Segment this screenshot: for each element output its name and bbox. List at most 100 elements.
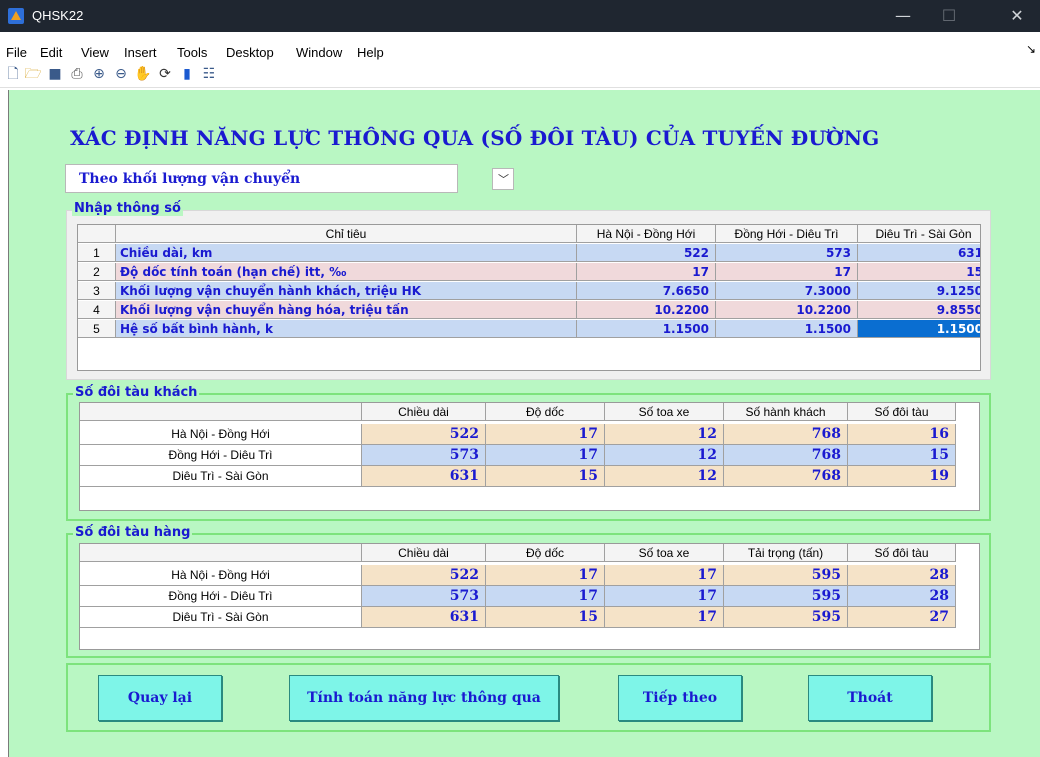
row-number: 2 [78,263,116,281]
freight-panel-title: Số đôi tàu hàng [73,525,193,540]
value-cell[interactable]: 768 [724,424,848,445]
menu-file[interactable]: File [6,45,27,60]
row-number: 1 [78,244,116,262]
open-file-icon[interactable]: 🗁 [24,65,42,83]
value-cell[interactable]: 631 [362,466,486,487]
menu-help[interactable]: Help [357,45,384,60]
value-cell[interactable]: 15 [848,445,956,466]
value-cell[interactable]: 768 [724,466,848,487]
value-cell-selected[interactable]: 1.1500 [858,320,980,338]
value-cell[interactable]: 573 [716,244,858,262]
rotate-3d-icon[interactable]: ⟳ [156,65,174,83]
value-cell[interactable]: 595 [724,586,848,607]
colorbar-icon[interactable]: ▮ [178,65,196,83]
menu-window[interactable]: Window [296,45,342,60]
value-cell[interactable]: 631 [858,244,980,262]
value-cell[interactable]: 9.8550 [858,301,980,319]
value-cell[interactable]: 9.1250 [858,282,980,300]
freight-table[interactable]: Chiều dài Độ dốc Số toa xe Tải trọng (tấ… [79,543,980,650]
value-cell[interactable]: 1.1500 [716,320,858,338]
value-cell[interactable]: 768 [724,445,848,466]
value-cell[interactable]: 595 [724,607,848,628]
value-cell[interactable]: 10.2200 [577,301,716,319]
value-cell[interactable]: 28 [848,565,956,586]
maximize-button[interactable]: ☐ [926,0,972,32]
row-label: Độ dốc tính toán (hạn chế) itt, ‰ [116,263,577,281]
table-row: 3 Khối lượng vận chuyển hành khách, triệ… [78,282,980,300]
value-cell[interactable]: 12 [605,445,724,466]
title-bar: QHSK22 — ☐ ✕ [0,0,1040,32]
col-header: Tải trọng (tấn) [724,544,848,562]
print-icon[interactable]: ⎙ [68,65,86,83]
menu-view[interactable]: View [81,45,109,60]
value-cell[interactable]: 631 [362,607,486,628]
dropdown-chevron-icon[interactable]: ﹀ [492,168,514,190]
value-cell[interactable]: 7.6650 [577,282,716,300]
zoom-out-icon[interactable]: ⊖ [112,65,130,83]
value-cell[interactable]: 17 [486,445,605,466]
value-cell[interactable]: 17 [486,424,605,445]
save-icon[interactable]: ■ [46,65,64,83]
input-panel-title: Nhập thông số [72,201,183,216]
value-cell[interactable]: 15 [486,466,605,487]
value-cell[interactable]: 19 [848,466,956,487]
menu-desktop[interactable]: Desktop [226,45,274,60]
corner-cell [80,544,362,562]
value-cell[interactable]: 17 [577,263,716,281]
col-header: Độ dốc [486,544,605,562]
value-cell[interactable]: 10.2200 [716,301,858,319]
col-header: Đồng Hới - Diêu Trì [716,225,858,243]
exit-button[interactable]: Thoát [808,675,932,721]
value-cell[interactable]: 12 [605,424,724,445]
value-cell[interactable]: 573 [362,586,486,607]
compute-button[interactable]: Tính toán năng lực thông qua [289,675,559,721]
value-cell[interactable]: 7.3000 [716,282,858,300]
zoom-in-icon[interactable]: ⊕ [90,65,108,83]
table-row: Đồng Hới - Diêu Trì 573 17 12 768 15 [80,445,979,466]
minimize-button[interactable]: — [880,0,926,32]
value-cell[interactable]: 15 [486,607,605,628]
value-cell[interactable]: 17 [605,607,724,628]
pan-icon[interactable]: ✋ [134,65,152,83]
value-cell[interactable]: 522 [577,244,716,262]
back-button[interactable]: Quay lại [98,675,222,721]
value-cell[interactable]: 17 [486,586,605,607]
table-row: Hà Nội - Đồng Hới 522 17 12 768 16 [80,424,979,445]
col-header: Diêu Trì - Sài Gòn [858,225,980,243]
value-cell[interactable]: 1.1500 [577,320,716,338]
value-cell[interactable]: 27 [848,607,956,628]
value-cell[interactable]: 522 [362,424,486,445]
table-header-row: Chiều dài Độ dốc Số toa xe Số hành khách… [80,403,979,421]
value-cell[interactable]: 595 [724,565,848,586]
value-cell[interactable]: 573 [362,445,486,466]
value-cell[interactable]: 15 [858,263,980,281]
value-cell[interactable]: 16 [848,424,956,445]
col-header: Hà Nội - Đồng Hới [577,225,716,243]
col-header: Số toa xe [605,544,724,562]
menu-edit[interactable]: Edit [40,45,62,60]
menu-tools[interactable]: Tools [177,45,207,60]
value-cell[interactable]: 12 [605,466,724,487]
close-button[interactable]: ✕ [994,0,1040,32]
table-row: 5 Hệ số bất bình hành, k 1.1500 1.1500 1… [78,320,980,338]
menu-insert[interactable]: Insert [124,45,157,60]
menu-bar: File Edit View Insert Tools Desktop Wind… [0,32,1040,62]
value-cell[interactable]: 17 [605,565,724,586]
passenger-panel-title: Số đôi tàu khách [73,385,200,400]
value-cell[interactable]: 17 [605,586,724,607]
table-row: 2 Độ dốc tính toán (hạn chế) itt, ‰ 17 1… [78,263,980,281]
new-figure-icon[interactable]: 🗋 [4,65,22,83]
value-cell[interactable]: 522 [362,565,486,586]
method-dropdown[interactable]: Theo khối lượng vận chuyển [65,164,458,193]
menu-overflow-icon[interactable]: ↘ [1026,42,1036,56]
value-cell[interactable]: 17 [716,263,858,281]
next-button[interactable]: Tiếp theo [618,675,742,721]
legend-icon[interactable]: ☷ [200,65,218,83]
row-number: 3 [78,282,116,300]
value-cell[interactable]: 28 [848,586,956,607]
passenger-table[interactable]: Chiều dài Độ dốc Số toa xe Số hành khách… [79,402,980,511]
row-label: Khối lượng vận chuyển hàng hóa, triệu tấ… [116,301,577,319]
value-cell[interactable]: 17 [486,565,605,586]
row-label: Khối lượng vận chuyển hành khách, triệu … [116,282,577,300]
input-table[interactable]: Chỉ tiêu Hà Nội - Đồng Hới Đồng Hới - Di… [77,224,981,371]
